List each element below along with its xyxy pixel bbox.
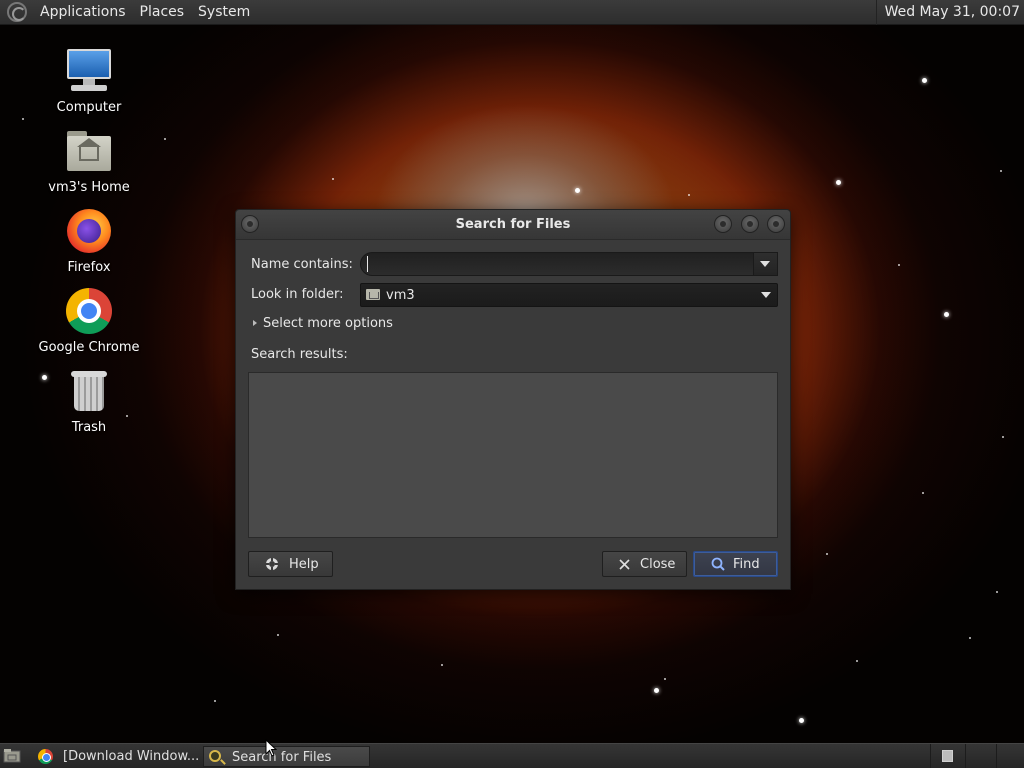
desktop-icon-home[interactable]: vm3's Home — [24, 125, 154, 195]
maximize-icon[interactable] — [741, 215, 759, 233]
name-contains-input[interactable] — [360, 252, 754, 276]
expander-arrow-icon[interactable] — [253, 320, 257, 326]
search-icon — [209, 750, 221, 762]
desktop-icon-firefox[interactable]: Firefox — [24, 205, 154, 275]
close-button[interactable]: Close — [602, 551, 687, 577]
desktop-icon-chrome[interactable]: Google Chrome — [24, 285, 154, 355]
desktop-icon-label: vm3's Home — [48, 180, 130, 195]
help-button-label: Help — [289, 557, 319, 572]
minimize-icon[interactable] — [714, 215, 732, 233]
search-results-label: Search results: — [251, 347, 348, 362]
chrome-icon — [63, 285, 115, 337]
menu-places[interactable]: Places — [133, 4, 192, 20]
desktop-icon-computer[interactable]: Computer — [24, 45, 154, 115]
search-results-list[interactable] — [248, 372, 778, 538]
mouse-pointer-icon — [265, 739, 277, 757]
look-in-folder-select[interactable]: vm3 — [360, 283, 778, 307]
firefox-icon — [63, 205, 115, 257]
desktop-icon-label: Computer — [56, 100, 122, 115]
bottom-panel: [Download Window... Search for Files — [0, 743, 1024, 768]
main-menu-logo-icon[interactable] — [7, 2, 27, 22]
desktop-icon-label: Trash — [71, 420, 107, 435]
chevron-down-icon — [761, 292, 771, 298]
chevron-down-icon — [760, 261, 770, 267]
desktop-icon-trash[interactable]: Trash — [24, 365, 154, 435]
menu-applications[interactable]: Applications — [33, 4, 133, 20]
home-folder-icon — [63, 125, 115, 177]
desktop-icon-label: Google Chrome — [38, 340, 140, 355]
help-button[interactable]: Help — [248, 551, 333, 577]
home-folder-icon — [366, 289, 380, 300]
taskbar-item-download-window[interactable]: [Download Window... — [30, 746, 202, 767]
name-contains-label: Name contains: — [251, 257, 353, 272]
search-icon — [711, 557, 725, 571]
taskbar-item-label: Search for Files — [232, 750, 332, 765]
taskbar-item-label: [Download Window... — [63, 749, 200, 764]
menu-system[interactable]: System — [191, 4, 257, 20]
chrome-icon — [38, 749, 53, 764]
top-panel: Applications Places System Wed May 31, 0… — [0, 0, 1024, 25]
dialog-titlebar[interactable]: Search for Files — [236, 210, 790, 240]
look-in-folder-label: Look in folder: — [251, 287, 344, 302]
dialog-title: Search for Files — [455, 217, 571, 232]
desktop-icon-label: Firefox — [67, 260, 111, 275]
select-more-options-toggle[interactable]: Select more options — [263, 316, 393, 331]
search-for-files-dialog: Search for Files Name contains: Look in … — [235, 209, 791, 590]
workspace-switcher[interactable] — [942, 750, 953, 762]
trash-icon — [63, 365, 115, 417]
text-cursor — [367, 256, 368, 272]
show-desktop-icon[interactable] — [3, 748, 21, 764]
find-button-label: Find — [733, 557, 760, 572]
close-window-icon[interactable] — [767, 215, 785, 233]
close-button-label: Close — [640, 557, 676, 572]
find-button[interactable]: Find — [693, 551, 778, 577]
computer-icon — [63, 45, 115, 97]
taskbar-item-search-for-files[interactable]: Search for Files — [203, 746, 370, 767]
close-icon — [619, 559, 630, 570]
help-lifebuoy-icon — [266, 558, 278, 570]
folder-value: vm3 — [386, 288, 415, 303]
name-history-dropdown[interactable] — [754, 252, 778, 276]
clock[interactable]: Wed May 31, 00:07 — [875, 0, 1024, 25]
